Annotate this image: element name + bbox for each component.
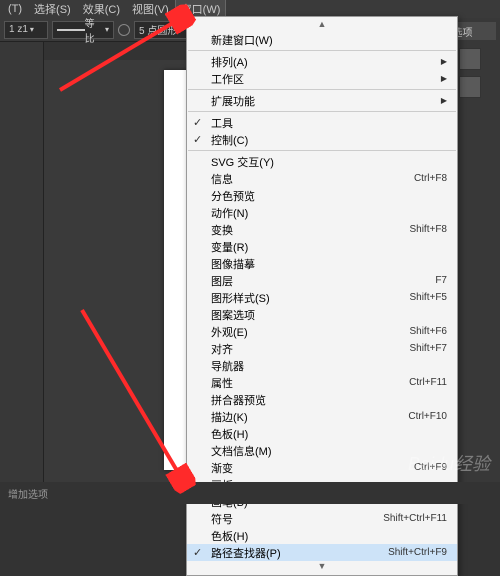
menu-item[interactable]: 动作(N) <box>187 204 457 221</box>
panel-icon-1[interactable] <box>459 48 481 70</box>
menu-item[interactable]: 扩展功能 ▶ <box>187 92 457 109</box>
zoom-value: 1 z1 <box>9 24 28 35</box>
tools-panel <box>0 42 44 482</box>
menu-item-shortcut: Ctrl+F10 <box>408 411 447 422</box>
menu-item[interactable]: ✓ 工具 <box>187 114 457 131</box>
menu-item[interactable]: SVG 交互(Y) <box>187 153 457 170</box>
chevron-down-icon: ▾ <box>105 25 109 34</box>
menu-item-label: SVG 交互(Y) <box>211 154 274 170</box>
menu-scroll-up[interactable]: ▲ <box>187 19 457 31</box>
stroke-label: 等比 <box>85 15 103 45</box>
menu-item[interactable]: 色板(H) <box>187 527 457 544</box>
menu-t[interactable]: (T) <box>2 1 28 17</box>
menu-item-label: 新建窗口(W) <box>211 32 273 48</box>
menu-item-shortcut: Ctrl+F9 <box>414 462 447 473</box>
menu-separator <box>188 50 456 51</box>
stroke-box[interactable]: 等比▾ <box>52 21 114 39</box>
menu-item-shortcut: F7 <box>435 275 447 286</box>
menu-item-label: 扩展功能 <box>211 93 255 109</box>
menu-item-label: 图层 <box>211 273 233 289</box>
menu-item[interactable]: 变量(R) <box>187 238 457 255</box>
menu-item-label: 描边(K) <box>211 409 248 425</box>
menu-item[interactable]: 变换 Shift+F8 <box>187 221 457 238</box>
menu-item[interactable]: 排列(A) ▶ <box>187 53 457 70</box>
menu-item-label: 排列(A) <box>211 54 248 70</box>
menu-item-label: 变量(R) <box>211 239 248 255</box>
menu-item-label: 对齐 <box>211 341 233 357</box>
menu-item[interactable]: 分色预览 <box>187 187 457 204</box>
menu-item-shortcut: Shift+F5 <box>409 292 447 303</box>
menu-item-shortcut: Shift+Ctrl+F11 <box>383 513 447 524</box>
menu-scroll-down[interactable]: ▼ <box>187 561 457 573</box>
menu-item-shortcut: Shift+F8 <box>409 224 447 235</box>
menu-item-label: 变换 <box>211 222 233 238</box>
menu-select[interactable]: 选择(S) <box>28 0 77 19</box>
menu-item-label: 路径查找器(P) <box>211 545 281 561</box>
zoom-box[interactable]: 1 z1▾ <box>4 21 48 39</box>
menu-separator <box>188 89 456 90</box>
brush-preview-icon <box>118 24 130 36</box>
menu-item[interactable]: 外观(E) Shift+F6 <box>187 323 457 340</box>
menu-item[interactable]: 导航器 <box>187 357 457 374</box>
menu-item[interactable]: 图形样式(S) Shift+F5 <box>187 289 457 306</box>
menu-item-shortcut: Shift+Ctrl+F9 <box>388 547 447 558</box>
brush-label: 5 点圆形 <box>139 22 177 37</box>
menu-item-label: 图形样式(S) <box>211 290 270 306</box>
menu-item[interactable]: ✓ 控制(C) <box>187 131 457 148</box>
menu-item[interactable]: 信息 Ctrl+F8 <box>187 170 457 187</box>
menu-item[interactable]: 渐变 Ctrl+F9 <box>187 459 457 476</box>
menu-item-label: 动作(N) <box>211 205 248 221</box>
status-text: 增加选项 <box>8 486 48 501</box>
menu-item-label: 信息 <box>211 171 233 187</box>
menu-item-label: 渐变 <box>211 460 233 476</box>
check-icon: ✓ <box>193 133 202 146</box>
menu-item[interactable]: 文档信息(M) <box>187 442 457 459</box>
menu-item[interactable]: 描边(K) Ctrl+F10 <box>187 408 457 425</box>
stroke-preview <box>57 29 85 31</box>
check-icon: ✓ <box>193 546 202 559</box>
menu-item-label: 控制(C) <box>211 132 248 148</box>
menu-item-label: 工作区 <box>211 71 244 87</box>
menu-item-label: 符号 <box>211 511 233 527</box>
menu-item[interactable]: 拼合器预览 <box>187 391 457 408</box>
menu-separator <box>188 150 456 151</box>
status-bar: 增加选项 <box>0 482 500 504</box>
menu-item-label: 属性 <box>211 375 233 391</box>
menu-item-label: 色板(H) <box>211 426 248 442</box>
menu-separator <box>188 111 456 112</box>
menu-item-label: 图像描摹 <box>211 256 255 272</box>
submenu-arrow-icon: ▶ <box>441 74 447 83</box>
menu-item[interactable]: 图案选项 <box>187 306 457 323</box>
menu-item-label: 图案选项 <box>211 307 255 323</box>
menu-item[interactable]: 符号 Shift+Ctrl+F11 <box>187 510 457 527</box>
menu-item-shortcut: Shift+F6 <box>409 326 447 337</box>
panel-icon-2[interactable] <box>459 76 481 98</box>
menu-item-label: 导航器 <box>211 358 244 374</box>
menu-item[interactable]: 图层 F7 <box>187 272 457 289</box>
menu-item-label: 拼合器预览 <box>211 392 266 408</box>
submenu-arrow-icon: ▶ <box>441 96 447 105</box>
menu-item-label: 文档信息(M) <box>211 443 272 459</box>
menu-item-label: 外观(E) <box>211 324 248 340</box>
menu-item[interactable]: 色板(H) <box>187 425 457 442</box>
menu-item[interactable]: 图像描摹 <box>187 255 457 272</box>
menu-item[interactable]: 新建窗口(W) <box>187 31 457 48</box>
menu-item[interactable]: 对齐 Shift+F7 <box>187 340 457 357</box>
menu-item[interactable]: ✓ 路径查找器(P) Shift+Ctrl+F9 <box>187 544 457 561</box>
menu-item-shortcut: Ctrl+F8 <box>414 173 447 184</box>
menu-item-label: 色板(H) <box>211 528 248 544</box>
menu-item[interactable]: 工作区 ▶ <box>187 70 457 87</box>
check-icon: ✓ <box>193 116 202 129</box>
menu-item-shortcut: Shift+F7 <box>409 343 447 354</box>
chevron-down-icon: ▾ <box>30 25 34 34</box>
brush-box[interactable]: 5 点圆形 <box>134 21 190 39</box>
menu-item[interactable]: 属性 Ctrl+F11 <box>187 374 457 391</box>
menu-item-label: 分色预览 <box>211 188 255 204</box>
menu-view[interactable]: 视图(V) <box>126 0 175 19</box>
submenu-arrow-icon: ▶ <box>441 57 447 66</box>
menu-item-shortcut: Ctrl+F11 <box>409 377 447 388</box>
menu-item-label: 工具 <box>211 115 233 131</box>
